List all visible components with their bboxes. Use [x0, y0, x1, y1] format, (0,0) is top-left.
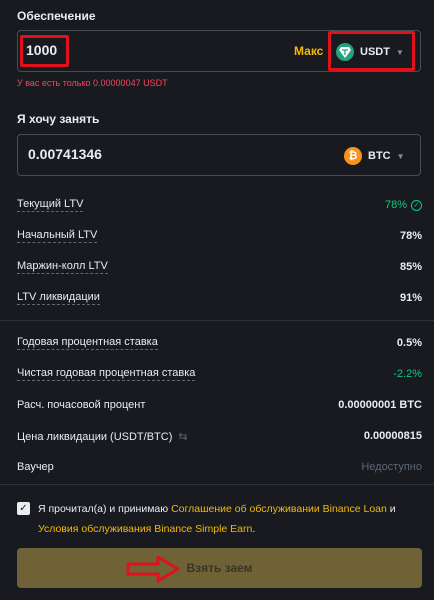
ltv-row-liquidation: LTV ликвидации 91% — [17, 290, 422, 306]
chevron-down-icon: ▼ — [396, 151, 405, 161]
ltv-value: 78% — [384, 199, 407, 211]
rate-row-hourly: Расч. почасовой процент 0.00000001 BTC — [17, 397, 422, 413]
agreement-checkbox[interactable]: ✓ — [17, 502, 30, 515]
rate-label: Цена ликвидации (USDT/BTC) — [17, 430, 173, 443]
ltv-label: LTV ликвидации — [17, 291, 100, 305]
ltv-row-margin-call: Маржин-колл LTV 85% — [17, 259, 422, 275]
agreement-block: ✓ Я прочитал(а) и принимаю Соглашение об… — [17, 499, 422, 539]
ltv-label: Текущий LTV — [17, 198, 84, 212]
borrow-label: Я хочу занять — [17, 112, 100, 126]
borrow-coin-select[interactable]: ₿ BTC ▼ — [344, 143, 405, 169]
collateral-input-box[interactable]: 1000 Макс USDT ▼ — [17, 30, 421, 72]
ltv-row-initial: Начальный LTV 78% — [17, 228, 422, 244]
earn-terms-link[interactable]: Условия обслуживания Binance Simple Earn — [38, 523, 252, 535]
borrow-coin-label: BTC — [368, 150, 391, 162]
borrow-input-box[interactable]: 0.00741346 ₿ BTC ▼ — [17, 134, 421, 176]
divider — [0, 320, 434, 321]
voucher-label: Ваучер — [17, 461, 54, 473]
rate-value: 0.00000815 — [363, 430, 422, 442]
swap-icon[interactable]: ⇆ — [178, 431, 187, 443]
ltv-row-current: Текущий LTV 78% ✓ — [17, 197, 422, 213]
loan-agreement-link[interactable]: Соглашение об обслуживании Binance Loan — [171, 503, 387, 515]
agreement-prefix: Я прочитал(а) и принимаю — [38, 503, 172, 515]
ltv-value: 85% — [399, 261, 422, 273]
ltv-value: 91% — [399, 292, 422, 304]
ltv-value: 78% — [399, 230, 422, 242]
check-circle-icon: ✓ — [411, 199, 422, 211]
agreement-middle: и — [386, 503, 396, 515]
voucher-value: Недоступно — [361, 461, 422, 473]
insufficient-balance-warning: У вас есть только 0.00000047 USDT — [17, 78, 168, 88]
rate-value: 0.00000001 BTC — [338, 399, 422, 411]
borrow-button-label: Взять заем — [186, 561, 253, 575]
rate-row-voucher: Ваучер Недоступно — [17, 459, 422, 475]
max-button[interactable]: Макс — [294, 44, 323, 58]
ltv-label: Маржин-колл LTV — [17, 260, 108, 274]
rate-value: -2.2% — [393, 368, 422, 380]
collateral-label: Обеспечение — [17, 9, 96, 23]
collateral-amount-input[interactable]: 1000 — [26, 42, 57, 58]
coin-highlight-box — [328, 31, 415, 71]
red-arrow-icon — [126, 555, 180, 583]
rate-value: 0.5% — [396, 337, 422, 349]
ltv-label: Начальный LTV — [17, 229, 98, 243]
rate-row-annual: Годовая процентная ставка 0.5% — [17, 335, 422, 351]
rate-label: Расч. почасовой процент — [17, 399, 146, 411]
rate-row-liquidation-price: Цена ликвидации (USDT/BTC) ⇆ 0.00000815 — [17, 428, 422, 444]
rate-label: Годовая процентная ставка — [17, 336, 158, 350]
divider — [0, 484, 434, 485]
btc-icon: ₿ — [344, 147, 362, 165]
rate-label: Чистая годовая процентная ставка — [17, 367, 196, 381]
borrow-amount-input[interactable]: 0.00741346 — [28, 146, 102, 162]
borrow-button[interactable]: Взять заем — [17, 548, 422, 588]
rate-row-net-annual: Чистая годовая процентная ставка -2.2% — [17, 366, 422, 382]
agreement-suffix: . — [252, 523, 256, 535]
